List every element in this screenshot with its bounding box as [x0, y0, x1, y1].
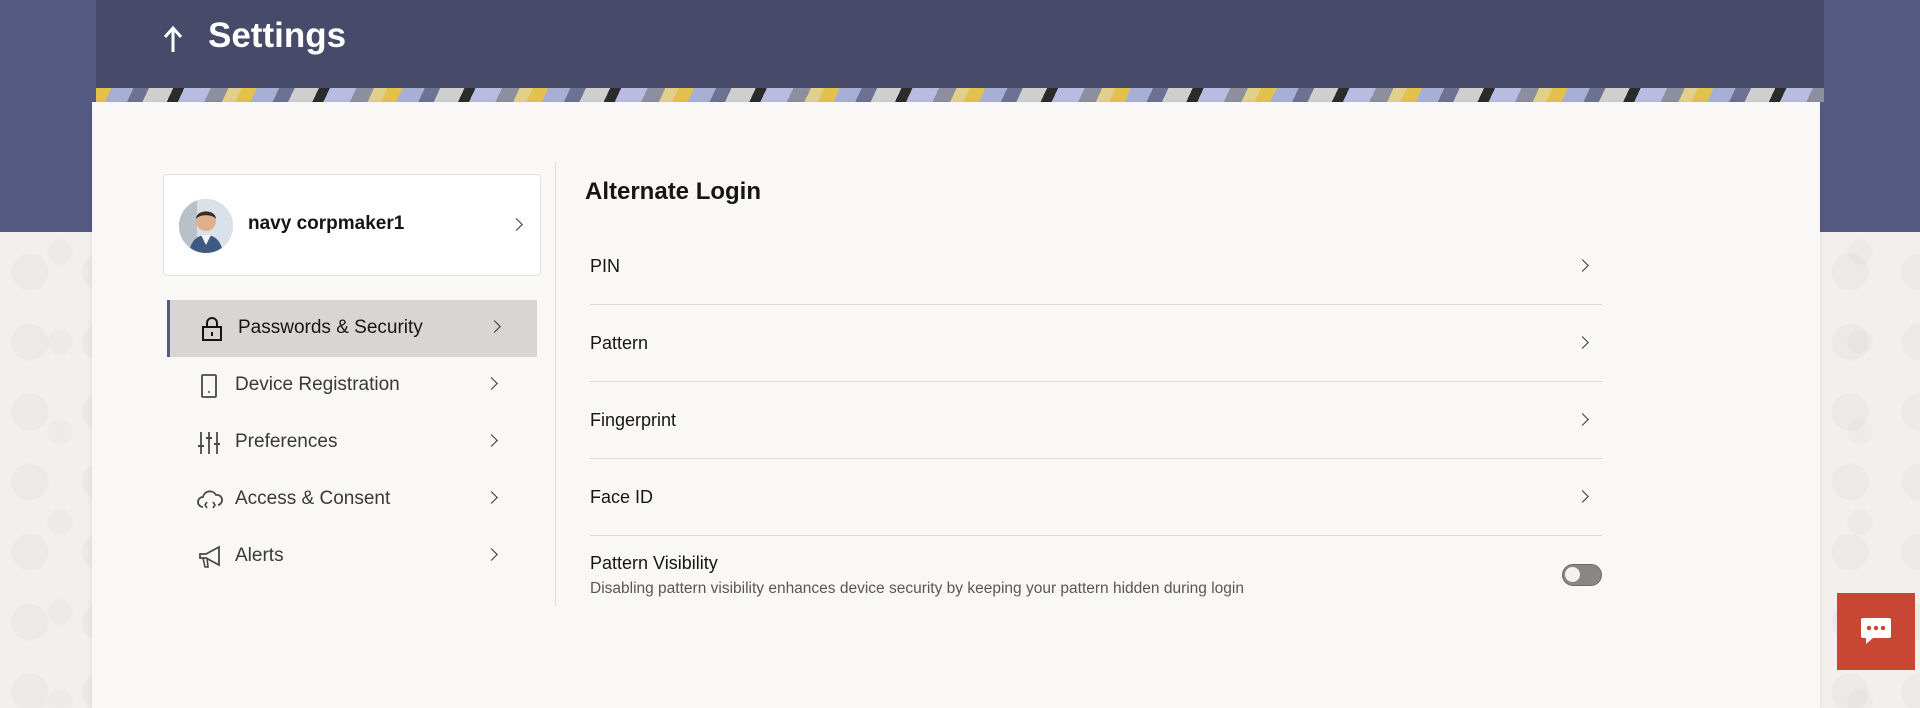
chevron-right-icon — [1576, 259, 1589, 272]
pattern-visibility-description: Disabling pattern visibility enhances de… — [590, 580, 1244, 597]
chevron-right-icon — [488, 320, 501, 333]
option-face-id[interactable]: Face ID — [590, 459, 1602, 536]
chevron-right-icon — [485, 491, 498, 504]
nav-label: Passwords & Security — [238, 317, 423, 338]
nav-item-device-registration[interactable]: Device Registration — [167, 357, 537, 414]
megaphone-icon — [197, 544, 221, 570]
nav-label: Preferences — [235, 431, 338, 452]
page-title: Settings — [208, 16, 347, 55]
pattern-visibility-toggle[interactable] — [1562, 564, 1602, 586]
decorative-strip — [96, 88, 1824, 102]
option-pin[interactable]: PIN — [590, 228, 1602, 305]
toggle-knob — [1565, 567, 1580, 582]
cloud-icon — [197, 487, 223, 513]
chevron-right-icon — [510, 218, 523, 231]
chevron-right-icon — [1576, 490, 1589, 503]
option-label: Pattern — [590, 333, 649, 353]
chevron-right-icon — [485, 434, 498, 447]
profile-card[interactable]: navy corpmaker1 — [163, 174, 541, 276]
pattern-visibility-title: Pattern Visibility — [590, 553, 718, 573]
nav-label: Access & Consent — [235, 488, 391, 509]
header-bar — [96, 0, 1824, 88]
profile-name: navy corpmaker1 — [248, 213, 405, 234]
nav-item-passwords-security[interactable]: Passwords & Security — [167, 300, 537, 357]
alternate-login-list: PIN Pattern Fingerprint Face ID — [590, 228, 1602, 536]
avatar — [179, 199, 233, 253]
panel-divider — [555, 162, 556, 606]
nav-item-alerts[interactable]: Alerts — [167, 528, 537, 585]
section-title: Alternate Login — [585, 178, 762, 205]
option-label: Face ID — [590, 487, 654, 507]
settings-nav: Passwords & Security Device Registration… — [167, 300, 537, 585]
nav-label: Alerts — [235, 545, 284, 566]
nav-item-preferences[interactable]: Preferences — [167, 414, 537, 471]
chevron-right-icon — [485, 548, 498, 561]
chevron-right-icon — [1576, 336, 1589, 349]
chevron-right-icon — [1576, 413, 1589, 426]
lock-icon — [200, 316, 224, 342]
nav-item-access-consent[interactable]: Access & Consent — [167, 471, 537, 528]
nav-label: Device Registration — [235, 374, 400, 395]
chevron-right-icon — [485, 377, 498, 390]
sliders-icon — [197, 430, 221, 456]
option-fingerprint[interactable]: Fingerprint — [590, 382, 1602, 459]
chat-icon — [1861, 618, 1891, 644]
arrow-up-icon[interactable] — [160, 22, 186, 56]
phone-icon — [197, 373, 221, 399]
option-label: Fingerprint — [590, 410, 677, 430]
chat-button[interactable] — [1837, 593, 1915, 670]
option-label: PIN — [590, 256, 621, 276]
option-pattern[interactable]: Pattern — [590, 305, 1602, 382]
